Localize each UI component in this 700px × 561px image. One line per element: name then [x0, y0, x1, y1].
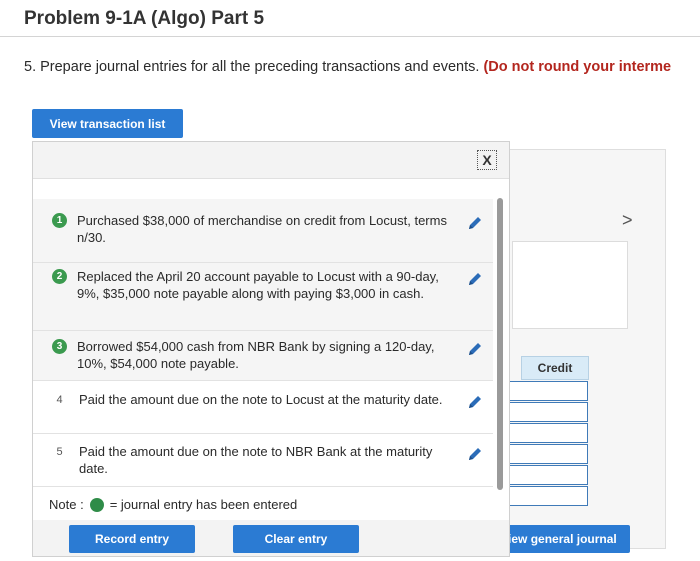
- popup-footer: Record entry Clear entry: [33, 520, 509, 556]
- transaction-row[interactable]: 3 Borrowed $54,000 cash from NBR Bank by…: [33, 331, 493, 381]
- title-divider: [0, 36, 700, 37]
- pencil-icon[interactable]: [465, 213, 485, 233]
- legend-note: Note : = journal entry has been entered: [49, 497, 297, 512]
- instruction-main: 5. Prepare journal entries for all the p…: [24, 59, 480, 75]
- popup-header: X: [33, 142, 509, 179]
- transaction-text: Borrowed $54,000 cash from NBR Bank by s…: [77, 339, 435, 371]
- transaction-row[interactable]: 4 Paid the amount due on the note to Loc…: [33, 381, 493, 434]
- chevron-right-icon[interactable]: >: [622, 210, 633, 231]
- credit-input[interactable]: [507, 444, 588, 464]
- transaction-number: 4: [56, 393, 63, 406]
- close-icon[interactable]: X: [477, 150, 497, 170]
- note-label: Note :: [49, 497, 84, 512]
- credit-input[interactable]: [507, 465, 588, 485]
- entered-badge: 3: [52, 339, 67, 354]
- journal-box: [512, 241, 628, 329]
- record-entry-button[interactable]: Record entry: [69, 525, 195, 553]
- transaction-number: 5: [56, 445, 63, 458]
- scrollbar[interactable]: [497, 198, 503, 490]
- view-transaction-list-button[interactable]: View transaction list: [32, 109, 183, 138]
- transaction-row[interactable]: 2 Replaced the April 20 account payable …: [33, 263, 493, 331]
- page-title: Problem 9-1A (Algo) Part 5: [24, 8, 265, 29]
- transaction-text: Purchased $38,000 of merchandise on cred…: [77, 213, 447, 245]
- credit-input[interactable]: [507, 381, 588, 401]
- credit-input[interactable]: [507, 423, 588, 443]
- pencil-icon[interactable]: [465, 444, 485, 464]
- entered-dot-icon: [89, 497, 104, 512]
- pencil-icon[interactable]: [465, 392, 485, 412]
- transaction-text: Paid the amount due on the note to Locus…: [79, 392, 443, 407]
- pencil-icon[interactable]: [465, 269, 485, 289]
- instruction-note: (Do not round your interme: [483, 59, 672, 75]
- credit-input[interactable]: [507, 402, 588, 422]
- transaction-row[interactable]: 5 Paid the amount due on the note to NBR…: [33, 434, 493, 487]
- credit-column-header: Credit: [521, 356, 589, 380]
- credit-input[interactable]: [507, 486, 588, 506]
- transaction-list-popup: X 1 Purchased $38,000 of merchandise on …: [32, 141, 510, 557]
- transaction-text: Paid the amount due on the note to NBR B…: [79, 444, 433, 476]
- transaction-row[interactable]: 1 Purchased $38,000 of merchandise on cr…: [33, 199, 493, 263]
- transaction-text: Replaced the April 20 account payable to…: [77, 269, 439, 301]
- entered-badge: 2: [52, 269, 67, 284]
- pencil-icon[interactable]: [465, 339, 485, 359]
- clear-entry-button[interactable]: Clear entry: [233, 525, 359, 553]
- instruction-text: 5. Prepare journal entries for all the p…: [24, 59, 700, 75]
- note-text: = journal entry has been entered: [109, 497, 298, 512]
- entered-badge: 1: [52, 213, 67, 228]
